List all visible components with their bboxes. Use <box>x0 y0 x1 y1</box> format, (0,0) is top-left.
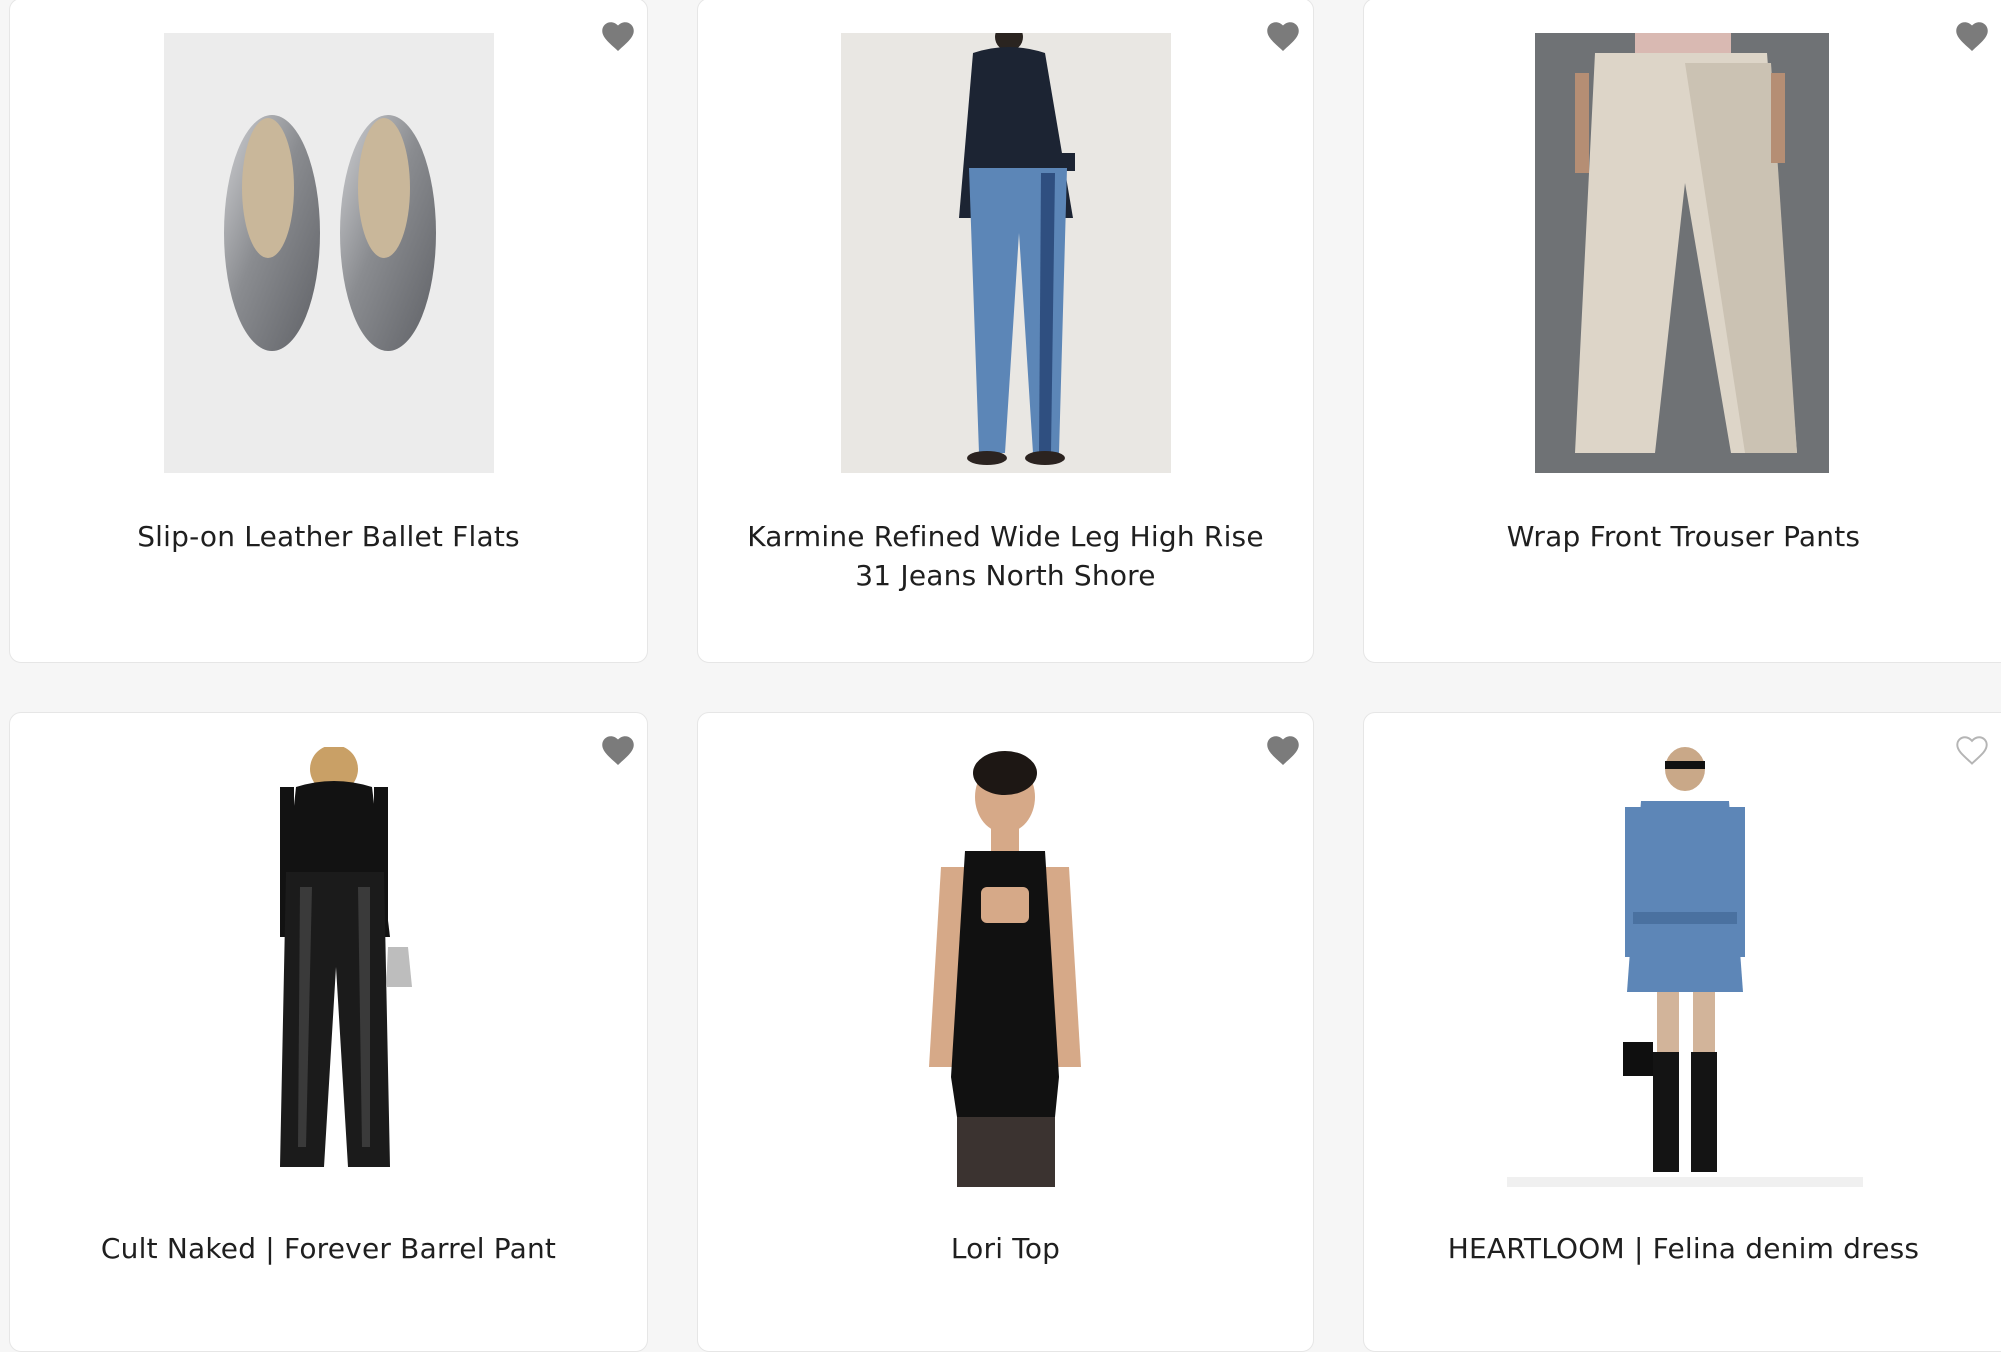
product-image[interactable] <box>1507 747 1863 1187</box>
favorite-heart-icon[interactable] <box>600 733 636 767</box>
product-image[interactable] <box>841 747 1171 1187</box>
product-card[interactable]: Lori Top <box>697 712 1314 1352</box>
product-card[interactable]: Cult Naked | Forever Barrel Pant <box>9 712 648 1352</box>
product-image[interactable] <box>164 33 494 473</box>
product-grid: Slip-on Leather Ballet Flats Karmine Ref… <box>0 0 2001 1352</box>
product-title[interactable]: Karmine Refined Wide Leg High Rise 31 Je… <box>698 517 1313 595</box>
product-title[interactable]: Cult Naked | Forever Barrel Pant <box>10 1229 647 1268</box>
trouser-pants-photo <box>1535 33 1829 473</box>
product-image[interactable] <box>1535 33 1829 473</box>
product-card[interactable]: Wrap Front Trouser Pants <box>1363 0 2001 663</box>
ballet-flats-photo <box>164 33 494 473</box>
favorite-heart-icon[interactable] <box>1265 19 1301 53</box>
favorite-heart-outline-icon[interactable] <box>1954 733 1990 767</box>
product-image[interactable] <box>164 747 494 1187</box>
product-title[interactable]: Wrap Front Trouser Pants <box>1364 517 2001 556</box>
product-card[interactable]: Karmine Refined Wide Leg High Rise 31 Je… <box>697 0 1314 663</box>
product-card[interactable]: HEARTLOOM | Felina denim dress <box>1363 712 2001 1352</box>
favorite-heart-icon[interactable] <box>1954 19 1990 53</box>
favorite-heart-icon[interactable] <box>1265 733 1301 767</box>
lori-top-photo <box>841 747 1171 1187</box>
product-title[interactable]: HEARTLOOM | Felina denim dress <box>1364 1229 2001 1268</box>
product-card[interactable]: Slip-on Leather Ballet Flats <box>9 0 648 663</box>
barrel-pant-photo <box>164 747 494 1187</box>
product-image[interactable] <box>841 33 1171 473</box>
product-title[interactable]: Slip-on Leather Ballet Flats <box>10 517 647 556</box>
jeans-photo <box>841 33 1171 473</box>
product-title[interactable]: Lori Top <box>698 1229 1313 1268</box>
favorite-heart-icon[interactable] <box>600 19 636 53</box>
denim-dress-photo <box>1507 747 1863 1187</box>
